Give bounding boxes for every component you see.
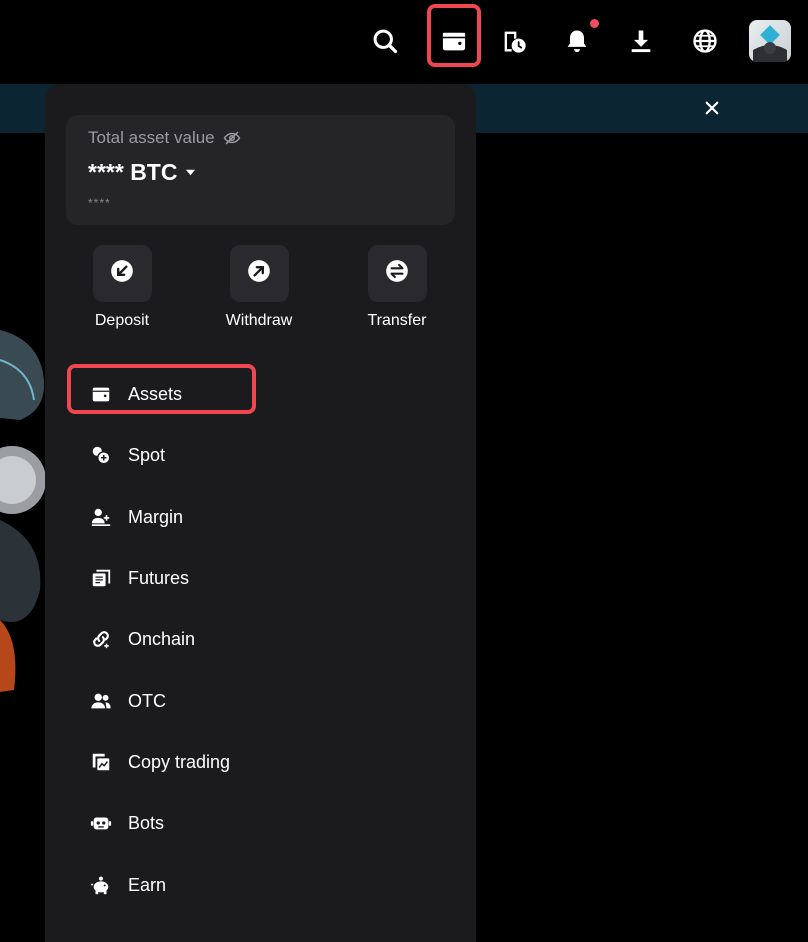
transfer-label: Transfer — [367, 312, 427, 329]
notification-dot — [590, 19, 599, 28]
wallet-icon[interactable] — [429, 16, 479, 66]
piggy-bank-icon — [88, 872, 114, 898]
deposit-label: Deposit — [94, 312, 150, 329]
total-asset-label: Total asset value — [88, 128, 241, 148]
deposit-button[interactable] — [92, 245, 152, 302]
eye-off-icon[interactable] — [223, 129, 241, 147]
search-icon[interactable] — [360, 16, 410, 66]
withdraw-button[interactable] — [229, 245, 289, 302]
withdraw-action[interactable]: Withdraw — [209, 245, 309, 330]
users-icon — [88, 688, 114, 714]
menu-item-label: Spot — [128, 444, 166, 465]
transfer-button[interactable] — [367, 245, 427, 302]
menu-item-label: Copy trading — [128, 751, 231, 772]
spot-icon — [88, 442, 114, 468]
globe-icon[interactable] — [680, 16, 730, 66]
menu-item-bots[interactable]: Bots — [88, 808, 164, 838]
menu-item-futures[interactable]: Futures — [88, 563, 189, 593]
transfer-icon — [384, 258, 410, 289]
menu-item-label: Earn — [128, 874, 167, 895]
top-bar — [0, 0, 808, 82]
total-asset-subvalue: **** — [88, 196, 111, 210]
menu-item-label: Margin — [128, 506, 184, 527]
download-icon[interactable] — [616, 16, 666, 66]
menu-item-otc[interactable]: OTC — [88, 686, 166, 716]
link-icon — [88, 626, 114, 652]
menu-item-margin[interactable]: Margin — [88, 502, 183, 532]
menu-item-label: Futures — [128, 567, 190, 588]
history-icon[interactable] — [489, 16, 539, 66]
futures-icon — [88, 565, 114, 591]
menu-item-earn[interactable]: Earn — [88, 870, 166, 900]
withdraw-icon — [246, 258, 272, 289]
deposit-icon — [109, 258, 135, 289]
margin-icon — [88, 504, 114, 530]
close-icon[interactable] — [700, 96, 724, 120]
menu-item-onchain[interactable]: Onchain — [88, 624, 195, 654]
avatar[interactable] — [749, 20, 791, 62]
menu-item-copy-trading[interactable]: Copy trading — [88, 747, 230, 777]
withdraw-label: Withdraw — [225, 312, 293, 329]
background-artwork — [0, 300, 46, 720]
menu-item-spot[interactable]: Spot — [88, 440, 165, 470]
menu-item-label: Assets — [128, 383, 183, 404]
menu-item-label: Onchain — [128, 628, 196, 649]
menu-item-label: Bots — [128, 812, 165, 833]
copy-trading-icon — [88, 749, 114, 775]
deposit-action[interactable]: Deposit — [72, 245, 172, 330]
menu-item-assets[interactable]: Assets — [88, 379, 182, 409]
robot-icon — [88, 810, 114, 836]
wallet-icon — [88, 381, 114, 407]
transfer-action[interactable]: Transfer — [347, 245, 447, 330]
total-asset-value[interactable]: **** BTC — [88, 159, 196, 186]
caret-down-icon[interactable] — [185, 167, 196, 178]
menu-item-label: OTC — [128, 690, 166, 711]
